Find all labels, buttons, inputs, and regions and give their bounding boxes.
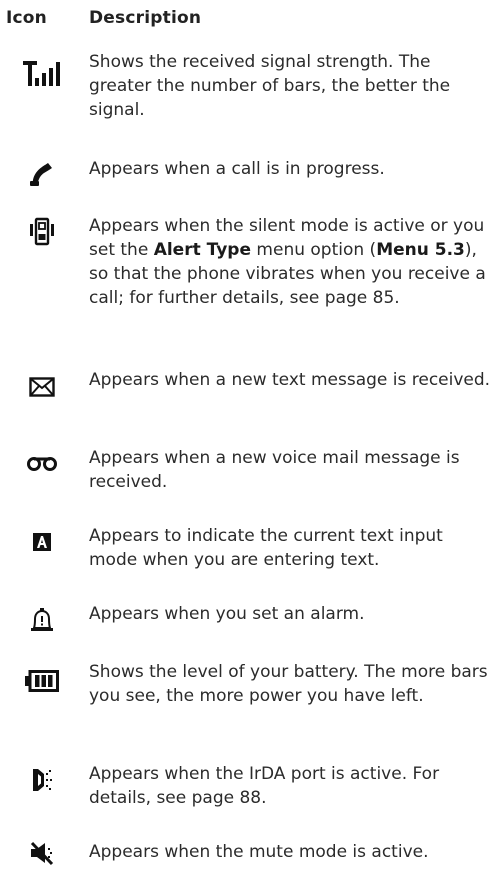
row-description: Appears when the mute mode is active. bbox=[89, 842, 429, 862]
icon-column-header: Icon bbox=[6, 8, 47, 28]
call-in-progress-icon bbox=[0, 162, 84, 202]
irda-port-icon bbox=[0, 767, 84, 807]
alarm-bell-icon bbox=[0, 608, 84, 648]
text-input-mode-icon bbox=[0, 532, 84, 572]
row-description: Shows the received signal strength. The … bbox=[89, 52, 451, 120]
mute-icon bbox=[0, 840, 84, 880]
menu-reference: Menu 5.3 bbox=[376, 240, 465, 260]
row-description: Appears when the silent mode is active o… bbox=[89, 216, 486, 308]
description-column-header: Description bbox=[89, 8, 202, 28]
battery-level-icon bbox=[0, 670, 84, 710]
row-description: Appears when a call is in progress. bbox=[89, 159, 385, 179]
vibrate-icon bbox=[0, 217, 84, 257]
signal-strength-icon bbox=[0, 59, 84, 99]
row-description: Appears when a new voice mail message is… bbox=[89, 448, 460, 492]
row-description: Appears when you set an alarm. bbox=[89, 604, 365, 624]
envelope-icon bbox=[0, 377, 84, 417]
table-header: Icon Description bbox=[0, 4, 500, 32]
row-description: Appears when a new text message is recei… bbox=[89, 370, 491, 390]
alert-type-label: Alert Type bbox=[153, 240, 252, 260]
voicemail-icon bbox=[0, 456, 84, 496]
row-description: Shows the level of your battery. The mor… bbox=[89, 662, 488, 706]
row-description: Appears to indicate the current text inp… bbox=[89, 526, 443, 570]
row-description: Appears when the IrDA port is active. Fo… bbox=[89, 764, 440, 808]
